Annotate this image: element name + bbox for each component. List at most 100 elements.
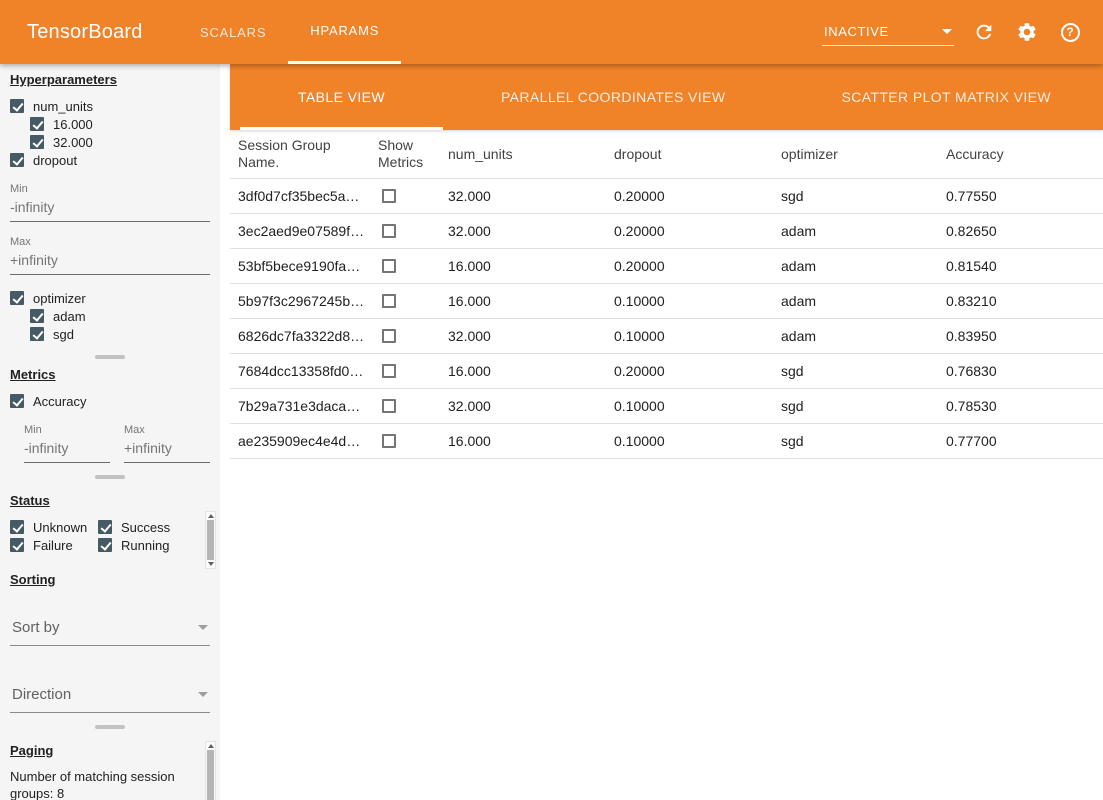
metric-max-input[interactable] [124,436,210,463]
num-units-value-32-checkbox[interactable]: 32.000 [30,133,210,151]
num-units-value: 32.000 [440,328,606,344]
dropout-value: 0.20000 [606,223,773,239]
optimizer-value: adam [773,223,938,239]
hparam-dropout-label: dropout [33,153,77,168]
session-group-name: 7684dcc13358fd0… [230,363,370,379]
tab-table-view[interactable]: TABLE VIEW [240,64,443,130]
scrollbar-thumb[interactable] [207,750,214,800]
tab-scalars[interactable]: SCALARS [178,0,288,64]
table-row: 3ec2aed9e07589f… 32.000 0.20000 adam 0.8… [230,214,1103,249]
col-num-units[interactable]: num_units [440,146,606,163]
session-groups-table: Session Group Name. Show Metrics num_uni… [230,130,1103,459]
paging-scrollbar[interactable] [205,741,216,800]
checkbox-icon[interactable] [10,99,24,113]
checkbox-icon[interactable] [98,520,112,534]
optimizer-value-adam-checkbox[interactable]: adam [30,307,210,325]
status-running-checkbox[interactable]: Running [98,536,200,554]
paging-section: Paging Number of matching session groups… [0,735,220,800]
col-accuracy[interactable]: Accuracy [938,146,1103,163]
num-units-value-16-checkbox[interactable]: 16.000 [30,115,210,133]
accuracy-value: 0.76830 [938,363,1103,379]
dashboard-tabs: SCALARS HPARAMS [178,0,401,64]
col-optimizer[interactable]: optimizer [773,146,938,163]
show-metrics-checkbox[interactable] [382,434,396,448]
num-units-value: 16.000 [440,433,606,449]
checkbox-icon[interactable] [30,135,44,149]
status-failure-label: Failure [33,538,73,553]
scroll-up-icon[interactable] [208,514,214,518]
paging-heading: Paging [10,743,210,758]
optimizer-value-sgd-checkbox[interactable]: sgd [30,325,210,343]
dropout-min-input[interactable] [10,195,210,222]
metric-accuracy-checkbox[interactable]: Accuracy [10,392,210,410]
show-metrics-checkbox[interactable] [382,259,396,273]
dropout-max-label: Max [10,236,210,248]
checkbox-icon[interactable] [10,520,24,534]
accuracy-value: 0.77550 [938,188,1103,204]
checkbox-icon[interactable] [30,309,44,323]
optimizer-group: optimizer adam sgd [10,289,210,343]
checkbox-icon[interactable] [10,394,24,408]
dropout-value: 0.10000 [606,328,773,344]
help-icon: ? [1061,23,1080,42]
show-metrics-checkbox[interactable] [382,329,396,343]
hparam-optimizer-checkbox[interactable]: optimizer [10,289,210,307]
chevron-down-icon [198,625,208,630]
tab-scatter-plot-matrix-view[interactable]: SCATTER PLOT MATRIX VIEW [783,64,1103,130]
hparam-dropout-checkbox[interactable]: dropout [10,151,210,169]
section-drag-handle[interactable] [95,475,125,479]
status-unknown-checkbox[interactable]: Unknown [10,518,98,536]
checkbox-icon[interactable] [30,327,44,341]
optimizer-value: sgd [773,433,938,449]
show-metrics-checkbox[interactable] [382,189,396,203]
sort-by-select[interactable]: Sort by [10,613,210,646]
view-tabs: TABLE VIEW PARALLEL COORDINATES VIEW SCA… [230,64,1103,130]
table-row: 7684dcc13358fd0… 16.000 0.20000 sgd 0.76… [230,354,1103,389]
checkbox-icon[interactable] [98,538,112,552]
show-metrics-checkbox[interactable] [382,294,396,308]
direction-select[interactable]: Direction [10,680,210,713]
accuracy-value: 0.81540 [938,258,1103,274]
chevron-down-icon [198,692,208,697]
checkbox-icon[interactable] [10,538,24,552]
status-scrollbar[interactable] [205,511,216,569]
refresh-button[interactable] [971,19,997,45]
status-failure-checkbox[interactable]: Failure [10,536,98,554]
status-success-checkbox[interactable]: Success [98,518,200,536]
show-metrics-checkbox[interactable] [382,364,396,378]
checkbox-icon[interactable] [10,153,24,167]
metric-min-input[interactable] [24,436,110,463]
metric-min-max-row: Min Max [24,416,210,463]
hyperparameters-section: Hyperparameters num_units 16.000 32.000 … [0,64,220,359]
table-row: 3df0d7cf35bec5a… 32.000 0.20000 sgd 0.77… [230,179,1103,214]
hparam-num-units-checkbox[interactable]: num_units [10,97,210,115]
optimizer-value: sgd [773,363,938,379]
scroll-up-icon[interactable] [208,744,214,748]
dropout-value: 0.20000 [606,258,773,274]
col-show-metrics[interactable]: Show Metrics [370,137,440,171]
session-group-name: 3df0d7cf35bec5a… [230,188,370,204]
reload-status-dropdown[interactable]: INACTIVE [822,19,954,46]
accuracy-value: 0.77700 [938,433,1103,449]
accuracy-value: 0.83950 [938,328,1103,344]
help-button[interactable]: ? [1057,19,1083,45]
scrollbar-thumb[interactable] [207,520,214,560]
col-session-group-name[interactable]: Session Group Name. [230,137,370,171]
show-metrics-checkbox[interactable] [382,399,396,413]
accuracy-value: 0.82650 [938,223,1103,239]
hyperparameters-heading: Hyperparameters [10,72,210,87]
app-title: TensorBoard [0,21,178,44]
metrics-section: Metrics Accuracy Min Max [0,359,220,479]
accuracy-value: 0.83210 [938,293,1103,309]
col-dropout[interactable]: dropout [606,146,773,163]
table-row: 5b97f3c2967245b… 16.000 0.10000 adam 0.8… [230,284,1103,319]
tab-hparams[interactable]: HPARAMS [288,0,401,64]
settings-button[interactable] [1014,19,1040,45]
show-metrics-checkbox[interactable] [382,224,396,238]
checkbox-icon[interactable] [30,117,44,131]
dropout-max-input[interactable] [10,248,210,275]
tab-parallel-coordinates-view[interactable]: PARALLEL COORDINATES VIEW [443,64,783,130]
section-drag-handle[interactable] [95,725,125,729]
checkbox-icon[interactable] [10,291,24,305]
num-units-value: 32.000 [440,223,606,239]
